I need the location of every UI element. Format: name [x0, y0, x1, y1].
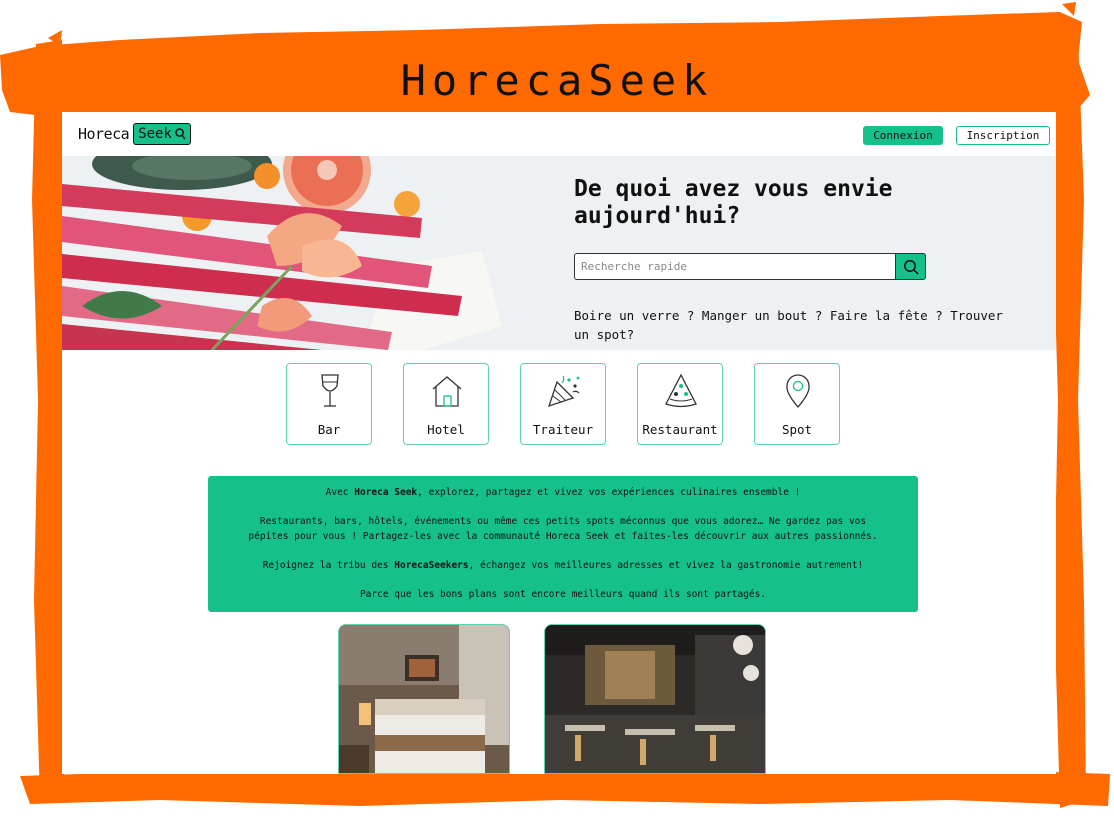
magnifier-icon: [175, 128, 186, 140]
party-popper-icon: [547, 375, 580, 408]
hero-section: De quoi avez vous envie aujourd'hui? Boi…: [62, 156, 1056, 350]
category-label: Bar: [317, 422, 341, 437]
category-label: Hotel: [427, 422, 465, 437]
about-line-1: Avec Horeca Seek, explorez, partagez et …: [238, 486, 888, 501]
category-label: Traiteur: [532, 422, 594, 437]
logo-seek-box: Seek: [133, 123, 191, 145]
hero-tagline: Boire un verre ? Manger un bout ? Faire …: [574, 308, 1003, 342]
about-line-3: Rejoignez la tribu des HorecaSeekers, éc…: [238, 559, 888, 574]
logo[interactable]: Horeca Seek: [78, 123, 191, 145]
restaurant-photo[interactable]: [544, 624, 766, 774]
pizza-slice-icon: [665, 373, 697, 408]
about-panel: Avec Horeca Seek, explorez, partagez et …: [208, 476, 918, 612]
logo-text: Horeca: [78, 125, 130, 143]
about-line-4: Parce que les bons plans sont encore mei…: [359, 588, 767, 600]
connexion-button[interactable]: Connexion: [863, 126, 943, 145]
search-button[interactable]: [895, 253, 926, 280]
app-screen: Horeca Seek Connexion Inscription De quo…: [62, 112, 1056, 774]
about-line-1-pre: Avec: [325, 487, 355, 498]
logo-box-text: Seek: [138, 126, 172, 142]
top-nav-bar: Horeca Seek Connexion Inscription: [62, 112, 1056, 156]
about-line-3-post: , échangez vos meilleures adresses et vi…: [468, 559, 864, 571]
hero-food-image: [62, 156, 532, 350]
category-bar[interactable]: Bar: [286, 363, 372, 445]
restaurant-interior-image: [545, 625, 765, 773]
house-icon: [432, 376, 462, 407]
category-list: Bar Hotel Traiteur Restaurant Spot: [286, 363, 842, 445]
category-label: Restaurant: [642, 422, 718, 437]
about-community-name: HorecaSeekers: [394, 559, 469, 571]
category-label: Spot: [781, 422, 813, 437]
wine-glass-icon: [321, 374, 339, 407]
about-brand-name: Horeca Seek: [354, 487, 418, 498]
hotel-room-photo[interactable]: [338, 624, 510, 774]
category-spot[interactable]: Spot: [754, 363, 840, 445]
about-line-3-pre: Rejoignez la tribu des: [262, 559, 395, 571]
about-line-2: Restaurants, bars, hôtels, événements ou…: [248, 516, 878, 542]
search-icon: [903, 259, 919, 275]
about-line-1-post: , explorez, partagez et vivez vos expéri…: [417, 487, 801, 498]
category-restaurant[interactable]: Restaurant: [637, 363, 723, 445]
map-pin-icon: [786, 374, 810, 408]
quick-search-input[interactable]: [574, 253, 896, 280]
hotel-room-image: [339, 625, 509, 773]
category-traiteur[interactable]: Traiteur: [520, 363, 606, 445]
inscription-button[interactable]: Inscription: [956, 126, 1050, 145]
banner-title: HorecaSeek: [400, 56, 714, 105]
category-hotel[interactable]: Hotel: [403, 363, 489, 445]
hero-title: De quoi avez vous envie aujourd'hui?: [574, 176, 893, 229]
